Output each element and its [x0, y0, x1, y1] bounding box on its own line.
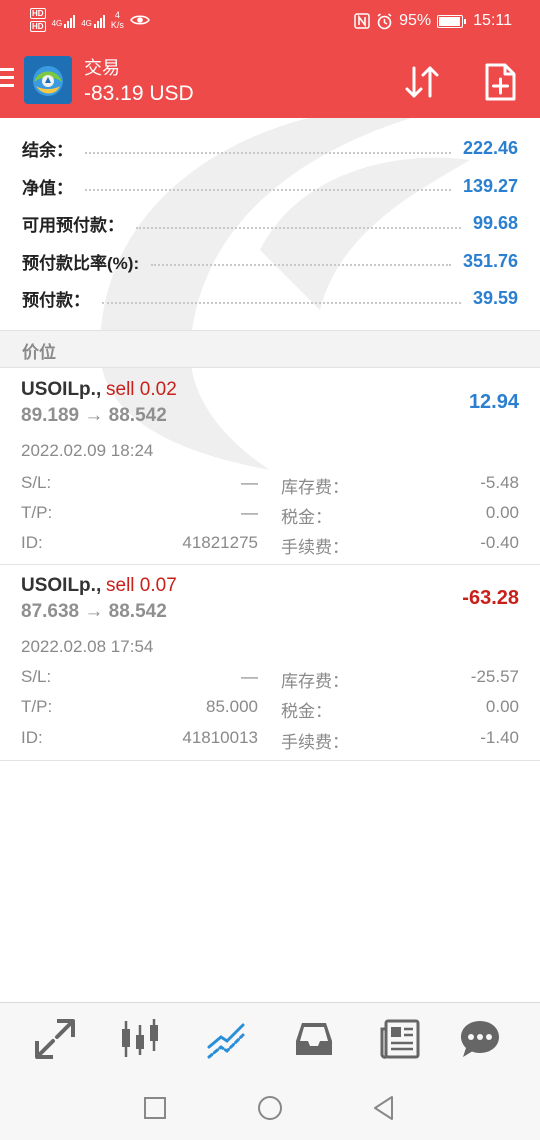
position-prices: 89.189 → 88.542: [21, 405, 167, 426]
trend-lines-icon[interactable]: [205, 1017, 249, 1061]
summary-label: 预付款：: [22, 291, 90, 311]
eye-icon: [129, 15, 150, 25]
tp-value: —: [241, 503, 258, 522]
position-profit: 12.94: [468, 391, 519, 413]
menu-icon[interactable]: [0, 68, 14, 88]
recent-apps-icon[interactable]: [141, 1094, 169, 1122]
dotted-leader: [136, 226, 461, 229]
summary-row-margin: 预付款： 39.59: [0, 280, 540, 318]
chat-icon[interactable]: [458, 1017, 502, 1061]
app-logo[interactable]: [24, 56, 72, 104]
status-bar: HD HD 4G 4G 4 K/s 95% 15:11: [0, 0, 540, 44]
new-order-icon[interactable]: [482, 62, 518, 102]
summary-value: 351.76: [462, 250, 518, 271]
trade-arrows-icon[interactable]: [33, 1017, 77, 1061]
position-open-time: 2022.02.09 18:24: [21, 441, 154, 460]
system-navigation-bar: [0, 1076, 540, 1140]
network-speed: 4 K/s: [110, 10, 124, 30]
id-value: 41821275: [182, 533, 258, 552]
tp-value: 85.000: [206, 697, 258, 716]
fee-value: -1.40: [480, 728, 519, 747]
sort-icon[interactable]: [402, 62, 442, 102]
battery-icon: [437, 14, 467, 28]
news-icon[interactable]: [378, 1017, 422, 1061]
position-row[interactable]: USOILp., sell 0.07 87.638 → 88.542 -63.2…: [0, 565, 540, 761]
bottom-navigation: [0, 1002, 540, 1076]
fee-label: 手续费：: [281, 538, 349, 557]
positions-section-header: 价位: [0, 330, 540, 368]
tp-label: T/P:: [21, 503, 53, 522]
position-symbol: USOILp.,: [21, 379, 102, 400]
id-label: ID:: [21, 728, 43, 747]
dotted-leader: [102, 301, 461, 304]
clock: 15:11: [473, 12, 512, 29]
summary-row-margin-level: 预付款比率(%): 351.76: [0, 243, 540, 281]
network-type-1: 4G: [51, 19, 63, 28]
tax-label: 税金：: [281, 702, 332, 721]
dotted-leader: [85, 151, 451, 154]
swap-label: 库存费：: [281, 672, 349, 691]
tax-value: 0.00: [485, 503, 519, 522]
app-bar: 交易 -83.19 USD: [0, 44, 540, 118]
position-symbol: USOILp.,: [21, 575, 102, 596]
page-title: 交易: [84, 58, 120, 78]
sl-value: —: [241, 667, 258, 686]
hd-badge-2: HD: [30, 21, 46, 32]
signal-1-icon: [64, 12, 76, 28]
position-profit: -63.28: [462, 587, 519, 609]
account-summary: 结余： 222.46 净值： 139.27 可用预付款： 99.68 预付款比率…: [0, 130, 540, 318]
position-open-time: 2022.02.08 17:54: [21, 637, 154, 656]
summary-row-balance: 结余： 222.46: [0, 130, 540, 168]
summary-row-free-margin: 可用预付款： 99.68: [0, 205, 540, 243]
dotted-leader: [85, 189, 451, 192]
home-icon[interactable]: [256, 1094, 284, 1122]
nfc-icon: [354, 13, 370, 29]
swap-value: -5.48: [480, 473, 519, 492]
position-row[interactable]: USOILp., sell 0.02 89.189 → 88.542 12.94…: [0, 369, 540, 565]
summary-value: 222.46: [462, 138, 518, 159]
sl-label: S/L:: [21, 667, 52, 686]
summary-value: 139.27: [462, 175, 518, 196]
hd-badge-1: HD: [30, 8, 46, 19]
dotted-leader: [151, 264, 451, 267]
sl-label: S/L:: [21, 473, 52, 492]
position-prices: 87.638 → 88.542: [21, 601, 167, 622]
summary-value: 99.68: [472, 213, 518, 234]
position-side: sell 0.07: [106, 575, 177, 596]
account-profit: -83.19 USD: [84, 82, 194, 105]
position-side: sell 0.02: [106, 379, 177, 400]
section-title: 价位: [22, 343, 56, 362]
summary-label: 预付款比率(%):: [22, 253, 140, 273]
summary-label: 可用预付款：: [22, 216, 124, 236]
back-icon[interactable]: [370, 1094, 398, 1122]
summary-label: 净值：: [22, 178, 73, 198]
summary-row-equity: 净值： 139.27: [0, 168, 540, 206]
tax-label: 税金：: [281, 508, 332, 527]
fee-value: -0.40: [480, 533, 519, 552]
swap-label: 库存费：: [281, 478, 349, 497]
fee-label: 手续费：: [281, 733, 349, 752]
candlestick-chart-icon[interactable]: [118, 1017, 162, 1061]
id-label: ID:: [21, 533, 43, 552]
id-value: 41810013: [182, 728, 258, 747]
swap-value: -25.57: [470, 667, 519, 686]
alarm-icon: [377, 12, 392, 29]
sl-value: —: [241, 473, 258, 492]
signal-2-icon: [93, 12, 105, 28]
tp-label: T/P:: [21, 697, 53, 716]
summary-label: 结余：: [22, 141, 73, 161]
tax-value: 0.00: [485, 697, 519, 716]
summary-value: 39.59: [472, 288, 518, 309]
battery-percent: 95%: [399, 12, 432, 29]
inbox-icon[interactable]: [292, 1017, 336, 1061]
network-type-2: 4G: [81, 19, 92, 28]
